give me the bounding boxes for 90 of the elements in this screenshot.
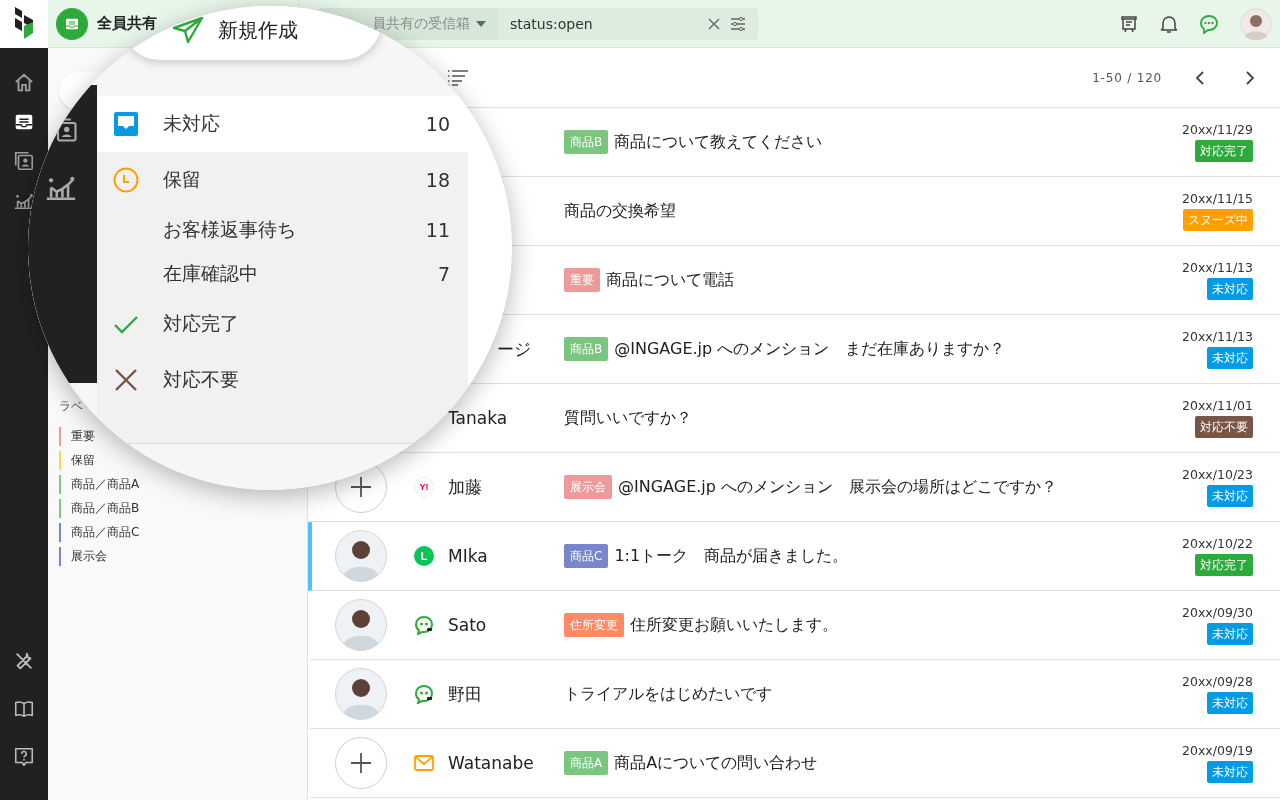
message-row[interactable]: 野田 トライアルをはじめたいです 20xx/09/28 未対応 <box>308 660 1280 729</box>
plus-icon <box>350 752 372 774</box>
send-icon <box>172 16 204 44</box>
close-icon[interactable] <box>708 17 720 30</box>
contact-card-icon[interactable] <box>13 150 35 172</box>
message-date: 20xx/11/15 <box>1182 191 1253 206</box>
contact-name: 野田 <box>448 683 482 704</box>
channel-badge: L <box>414 546 434 566</box>
sort-icon[interactable] <box>447 69 469 86</box>
inbox-name: 全員共有 <box>97 14 157 33</box>
message-subject: 商品について電話 <box>606 269 734 291</box>
chat-icon <box>414 684 434 704</box>
avatar[interactable] <box>1240 7 1272 40</box>
message-subject: 商品について教えてください <box>614 131 823 153</box>
message-subject: 住所変更お願いいたします。 <box>630 614 838 636</box>
tools-icon[interactable] <box>13 650 35 672</box>
board-icon[interactable] <box>1119 13 1139 34</box>
contact-name: 加藤 <box>448 476 482 497</box>
message-date: 20xx/09/19 <box>1182 743 1253 758</box>
bell-icon[interactable] <box>1160 13 1178 34</box>
message-date: 20xx/10/23 <box>1182 467 1253 482</box>
chat-icon[interactable] <box>1199 13 1219 34</box>
contact-name: ージ <box>497 338 531 359</box>
inbox-icon <box>113 111 139 137</box>
message-date: 20xx/11/13 <box>1182 329 1253 344</box>
message-date: 20xx/10/22 <box>1182 536 1253 551</box>
sliders-icon[interactable] <box>730 15 746 32</box>
pagination-text: 1-50 / 120 <box>1092 70 1162 85</box>
avatar <box>335 668 387 720</box>
logo-icon[interactable] <box>13 7 35 41</box>
mail-icon <box>414 755 434 771</box>
caret-icon <box>476 20 486 27</box>
label-item[interactable]: 商品／商品B <box>71 499 140 517</box>
close-icon <box>113 367 139 393</box>
message-row[interactable]: L MIka 商品C 1:1トーク 商品が届きました。 20xx/10/22 対応完了 <box>308 522 1280 591</box>
plus-icon <box>350 476 372 498</box>
status-tag: 対応不要 <box>1195 416 1253 438</box>
message-date: 20xx/11/29 <box>1182 122 1253 137</box>
add-contact-button[interactable] <box>335 737 387 789</box>
book-icon[interactable] <box>13 698 35 720</box>
chevron-right-icon[interactable] <box>1244 69 1256 86</box>
message-subject: @INGAGE.jp へのメンション 展示会の場所はどこですか？ <box>618 476 1058 498</box>
label-item[interactable]: 重要 <box>71 427 95 445</box>
label-item[interactable]: 商品／商品C <box>71 523 140 541</box>
section-heading: ラベ <box>59 398 84 415</box>
status-tag: 未対応 <box>1207 278 1253 300</box>
label-tag: 商品B <box>564 337 609 361</box>
label-tag: 商品C <box>564 544 609 568</box>
label-tag: 住所変更 <box>564 613 624 637</box>
label-item[interactable]: 展示会 <box>71 547 107 565</box>
inbox-badge[interactable] <box>56 7 88 40</box>
message-subject: 商品の交換希望 <box>564 200 676 222</box>
home-icon[interactable] <box>13 72 35 94</box>
contact-name: Watanabe <box>448 753 534 773</box>
avatar <box>335 599 387 651</box>
label-tag: 展示会 <box>564 475 612 499</box>
clock-icon <box>113 167 139 193</box>
status-filter-item[interactable]: 未対応 10 <box>97 96 468 152</box>
contact-name: MIka <box>448 546 488 566</box>
status-tag: スヌーズ中 <box>1183 209 1253 231</box>
avatar <box>335 530 387 582</box>
search-field[interactable]: status:open <box>510 15 698 32</box>
message-subject: 1:1トーク 商品が届きました。 <box>614 545 849 567</box>
message-subject: 質問いいですか？ <box>564 407 692 429</box>
status-tag: 未対応 <box>1207 692 1253 714</box>
message-date: 20xx/09/30 <box>1182 605 1253 620</box>
label-tag: 商品A <box>564 751 609 775</box>
message-subject: トライアルをはじめたいです <box>564 683 772 705</box>
label-item[interactable]: 商品／商品A <box>71 475 140 493</box>
label-tag: 重要 <box>564 268 600 292</box>
contact-name: Sato <box>448 615 487 635</box>
status-tag: 未対応 <box>1207 347 1253 369</box>
message-date: 20xx/11/01 <box>1182 398 1253 413</box>
help-icon[interactable] <box>13 746 35 768</box>
message-subject: 商品Aについての問い合わせ <box>614 752 818 774</box>
message-date: 20xx/09/28 <box>1182 674 1253 689</box>
chevron-left-icon[interactable] <box>1194 69 1206 86</box>
label-item[interactable]: 保留 <box>71 451 95 469</box>
status-tag: 対応完了 <box>1195 554 1253 576</box>
status-tag: 対応完了 <box>1195 140 1253 162</box>
message-row[interactable]: Watanabe 商品A 商品Aについての問い合わせ 20xx/09/19 未対応 <box>308 729 1280 798</box>
message-subject: @INGAGE.jp へのメンション まだ在庫ありますか？ <box>614 338 1006 360</box>
status-tag: 未対応 <box>1207 623 1253 645</box>
label-tag: 商品B <box>564 130 609 154</box>
contact-name: Tanaka <box>448 408 508 428</box>
message-row[interactable]: Sato 住所変更 住所変更お願いいたします。 20xx/09/30 未対応 <box>308 591 1280 660</box>
message-date: 20xx/11/13 <box>1182 260 1253 275</box>
status-tag: 未対応 <box>1207 485 1253 507</box>
chat-icon <box>414 615 434 635</box>
status-tag: 未対応 <box>1207 761 1253 783</box>
